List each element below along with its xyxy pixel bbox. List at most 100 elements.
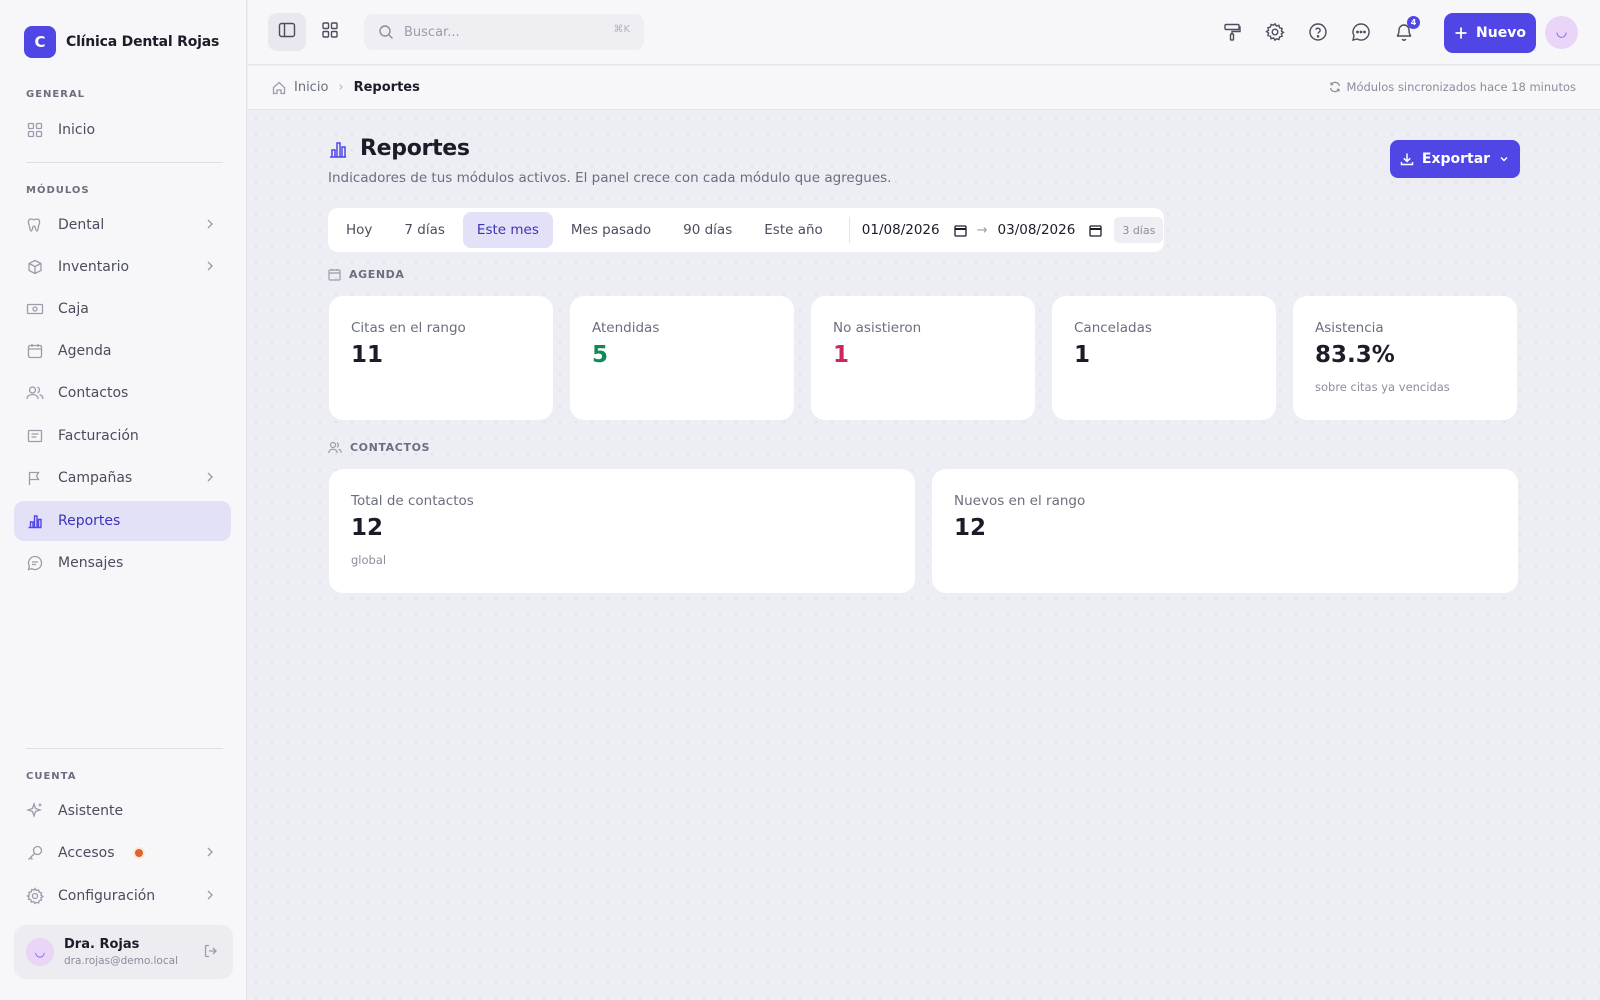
sidebar-item-caja[interactable]: Caja [14,289,231,329]
stat-value: 11 [351,342,384,368]
sidebar-item-label: Dental [58,217,105,233]
apps-button[interactable] [311,13,349,51]
range-option-last-month[interactable]: Mes pasado [557,212,665,248]
cash-icon [26,300,44,318]
user-card[interactable]: ◡ Dra. Rojas dra.rojas@demo.local [14,925,233,979]
apps-grid-icon [321,21,339,43]
sidebar-item-label: Reportes [58,513,121,529]
sidebar-item-label: Agenda [58,343,112,359]
sidebar-item-dental[interactable]: Dental [14,205,231,245]
section-label-account: CUENTA [26,771,77,782]
avatar: ◡ [26,938,54,966]
sidebar-item-asistente[interactable]: Asistente [14,791,231,831]
sidebar-divider [26,162,223,163]
chat-icon[interactable] [1349,20,1373,44]
logout-icon[interactable] [203,943,219,963]
breadcrumb-current: Reportes [353,80,420,95]
chevron-right-icon [205,217,215,235]
stat-card-citas: Citas en el rango 11 [329,296,553,420]
gear-icon [26,887,44,905]
sidebar-item-accesos[interactable]: Accesos [14,833,231,873]
sidebar-item-label: Facturación [58,428,139,444]
breadcrumb-home-label: Inicio [294,80,329,95]
stat-value: 12 [351,515,384,541]
sidebar-item-label: Asistente [58,803,124,819]
search-input[interactable] [404,24,584,40]
settings-gear-icon[interactable] [1263,20,1287,44]
breadcrumb: Inicio › Reportes Módulos sincronizados … [248,66,1600,110]
stat-label: No asistieron [833,320,922,336]
sidebar-item-label: Caja [58,301,89,317]
help-icon[interactable] [1306,20,1330,44]
message-icon [26,554,44,572]
home-icon [272,81,286,95]
bell-icon[interactable]: 4 [1392,16,1420,44]
stat-value: 83.3% [1315,342,1395,368]
sidebar-item-label: Inventario [58,259,130,275]
calendar-icon[interactable] [953,224,967,237]
date-to-value: 03/08/2026 [997,222,1076,238]
sidebar-item-contactos[interactable]: Contactos [14,373,231,413]
range-days-badge: 3 días [1114,217,1164,243]
chevron-down-icon [1498,153,1510,165]
key-icon [26,844,44,862]
export-button[interactable]: Exportar [1390,140,1520,178]
refresh-icon [1329,81,1341,93]
sidebar-item-label: Mensajes [58,555,124,571]
sidebar-toggle-icon [278,21,296,43]
stat-note: global [351,553,387,567]
range-option-this-month[interactable]: Este mes [462,212,553,248]
sidebar-item-label: Campañas [58,470,133,486]
sidebar: C Clínica Dental Rojas GENERAL Inicio MÓ… [0,0,247,1000]
stat-value: 12 [954,515,987,541]
new-button[interactable]: Nuevo [1444,13,1536,53]
sidebar-divider [26,748,223,749]
sync-status: Módulos sincronizados hace 18 minutos [1329,80,1576,94]
section-label-modules: MÓDULOS [26,185,90,196]
stat-value: 1 [833,342,850,368]
chevron-right-icon [205,888,215,906]
sidebar-item-campanas[interactable]: Campañas [14,458,231,498]
stat-label: Nuevos en el rango [954,493,1086,509]
stat-label: Atendidas [592,320,660,336]
user-avatar[interactable]: ◡ [1545,16,1578,49]
sidebar-item-facturacion[interactable]: Facturación [14,416,231,456]
brand[interactable]: C Clínica Dental Rojas [24,26,219,58]
stat-label: Citas en el rango [351,320,466,336]
breadcrumb-home[interactable]: Inicio [272,80,328,95]
page-header: Reportes [328,136,470,161]
range-option-today[interactable]: Hoy [332,212,386,248]
range-option-this-year[interactable]: Este año [750,212,837,248]
users-icon [328,441,342,454]
sidebar-item-agenda[interactable]: Agenda [14,331,231,371]
sidebar-item-inventario[interactable]: Inventario [14,247,231,287]
sparkle-icon [26,802,44,820]
sidebar-item-label: Accesos [58,845,115,861]
date-to-field[interactable]: 03/08/2026 [998,222,1103,238]
user-email: dra.rojas@demo.local [64,955,178,967]
chevron-right-icon [205,259,215,277]
stat-card-atendidas: Atendidas 5 [570,296,794,420]
stat-card-asistencia: Asistencia 83.3% sobre citas ya vencidas [1293,296,1517,420]
toggle-sidebar-button[interactable] [268,13,306,51]
stat-card-canceladas: Canceladas 1 [1052,296,1276,420]
arrow-right-icon: → [976,222,988,238]
paint-roller-icon[interactable] [1220,20,1244,44]
sidebar-item-reportes[interactable]: Reportes [14,501,231,541]
main-content: Reportes Indicadores de tus módulos acti… [248,110,1600,1000]
box-icon [26,258,44,276]
calendar-icon[interactable] [1089,224,1102,237]
section-label-general: GENERAL [26,89,86,100]
sidebar-item-mensajes[interactable]: Mensajes [14,543,231,583]
page-title: Reportes [360,136,470,161]
calendar-icon [26,342,44,360]
sidebar-item-inicio[interactable]: Inicio [14,110,231,150]
date-from-field[interactable]: 01/08/2026 [862,222,967,238]
search-box[interactable]: ⌘K [364,14,644,50]
notification-badge: 4 [1407,16,1420,29]
brand-name: Clínica Dental Rojas [66,34,220,50]
chevron-right-icon [205,470,215,488]
range-option-90-days[interactable]: 90 días [669,212,746,248]
sidebar-item-configuracion[interactable]: Configuración [14,876,231,916]
range-option-7-days[interactable]: 7 días [390,212,459,248]
